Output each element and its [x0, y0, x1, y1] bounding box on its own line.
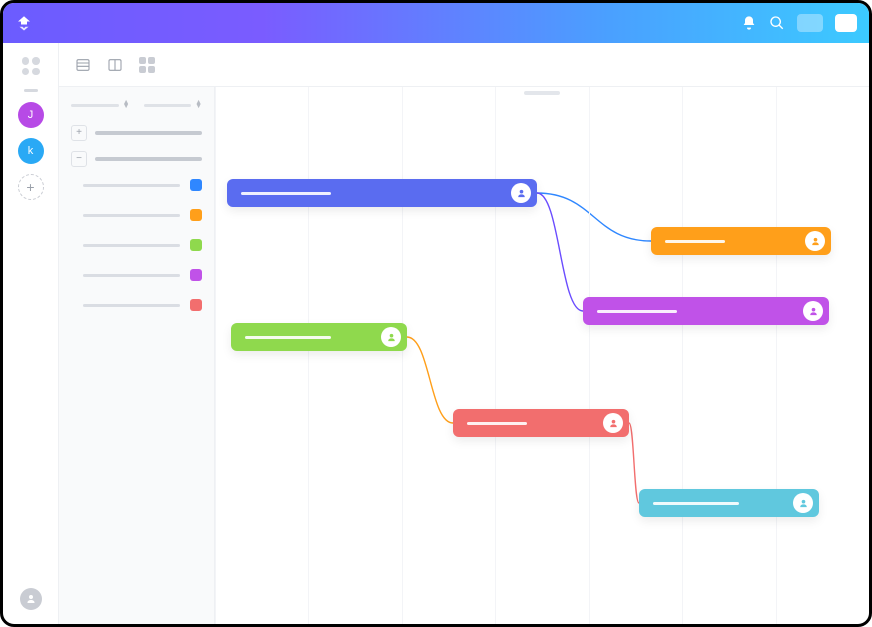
color-swatch	[190, 239, 202, 251]
gantt-bar[interactable]	[639, 489, 819, 517]
apps-icon[interactable]	[22, 57, 40, 75]
color-swatch	[190, 299, 202, 311]
gantt-bar[interactable]	[231, 323, 407, 351]
expand-icon[interactable]: +	[71, 125, 87, 141]
dependency-lines	[215, 87, 869, 624]
gantt-bar[interactable]	[453, 409, 629, 437]
bar-label	[467, 422, 527, 425]
list-view-icon[interactable]	[75, 57, 91, 73]
bar-label	[653, 502, 739, 505]
task-label	[83, 274, 180, 277]
assignee-icon[interactable]	[805, 231, 825, 251]
gantt-bar[interactable]	[227, 179, 537, 207]
task-label	[83, 184, 180, 187]
grid-line	[495, 87, 496, 624]
bell-icon[interactable]	[741, 15, 757, 31]
app-frame: J k + ▲▼ ▲▼	[0, 0, 872, 627]
profile-icon[interactable]	[20, 588, 42, 610]
task-row[interactable]	[71, 239, 202, 251]
group-title	[95, 157, 202, 161]
avatar-k[interactable]: k	[18, 138, 44, 164]
topbar-actions	[741, 14, 857, 32]
color-swatch	[190, 179, 202, 191]
view-toolbar	[59, 43, 869, 87]
grid-line	[308, 87, 309, 624]
assignee-icon[interactable]	[511, 183, 531, 203]
task-group-1: +	[71, 125, 202, 141]
content: ▲▼ ▲▼ + −	[59, 43, 869, 624]
color-swatch	[190, 269, 202, 281]
topbar-button-b[interactable]	[835, 14, 857, 32]
left-rail: J k +	[3, 43, 59, 624]
task-label	[83, 304, 180, 307]
rail-bottom	[20, 588, 42, 610]
grid-line	[776, 87, 777, 624]
color-swatch	[190, 209, 202, 221]
task-group-2: −	[71, 151, 202, 311]
group-title	[95, 131, 202, 135]
board-view-icon[interactable]	[107, 57, 123, 73]
assignee-icon[interactable]	[793, 493, 813, 513]
resize-handle[interactable]	[524, 91, 560, 95]
task-row[interactable]	[71, 209, 202, 221]
task-row[interactable]	[71, 269, 202, 281]
filter-row: ▲▼ ▲▼	[71, 101, 202, 109]
bar-label	[665, 240, 725, 243]
bar-label	[241, 192, 331, 195]
body: J k + ▲▼ ▲▼	[3, 43, 869, 624]
rail-divider	[24, 89, 38, 92]
bar-label	[597, 310, 677, 313]
collapse-icon[interactable]: −	[71, 151, 87, 167]
main: ▲▼ ▲▼ + −	[59, 87, 869, 624]
gantt-bar[interactable]	[651, 227, 831, 255]
add-member-button[interactable]: +	[18, 174, 44, 200]
assignee-icon[interactable]	[381, 327, 401, 347]
gantt-bar[interactable]	[583, 297, 829, 325]
topbar-button-a[interactable]	[797, 14, 823, 32]
assignee-icon[interactable]	[803, 301, 823, 321]
avatar-j[interactable]: J	[18, 102, 44, 128]
search-icon[interactable]	[769, 15, 785, 31]
assignee-icon[interactable]	[603, 413, 623, 433]
grid-line	[589, 87, 590, 624]
grid-line	[215, 87, 216, 624]
task-label	[83, 214, 180, 217]
grid-line	[402, 87, 403, 624]
task-row[interactable]	[71, 299, 202, 311]
grid-view-icon[interactable]	[139, 57, 155, 73]
task-sidebar: ▲▼ ▲▼ + −	[59, 87, 215, 624]
bar-label	[245, 336, 331, 339]
grid-line	[682, 87, 683, 624]
filter-b[interactable]: ▲▼	[144, 101, 203, 109]
gantt-timeline[interactable]	[215, 87, 869, 624]
task-list	[71, 179, 202, 311]
topbar	[3, 3, 869, 43]
task-row[interactable]	[71, 179, 202, 191]
task-label	[83, 244, 180, 247]
filter-a[interactable]: ▲▼	[71, 101, 130, 109]
app-logo	[15, 14, 33, 32]
